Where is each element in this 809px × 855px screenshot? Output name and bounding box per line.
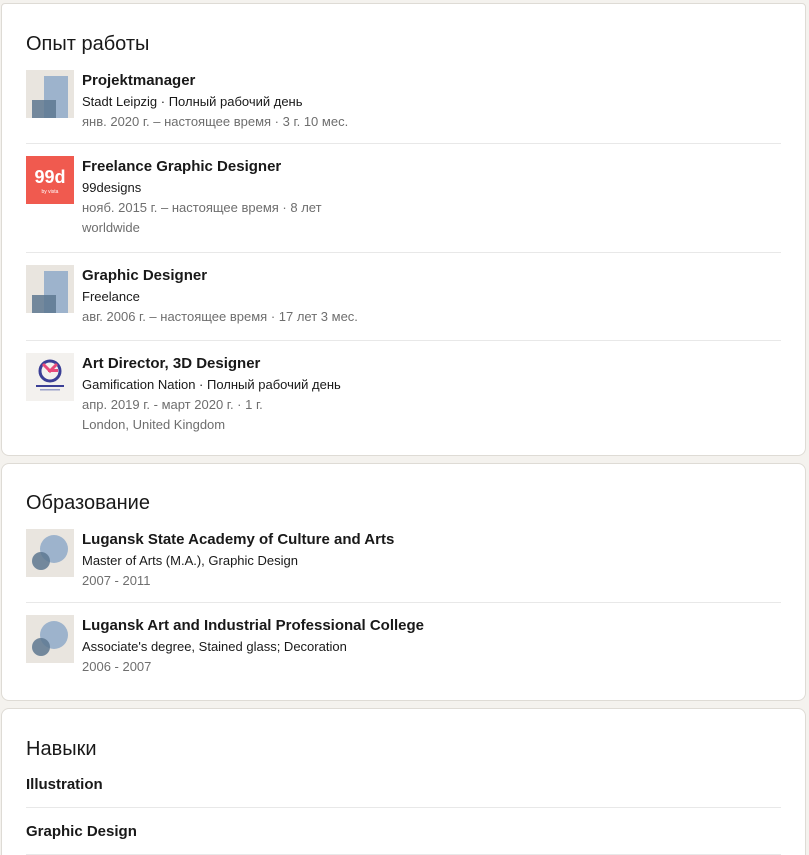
svg-text:by vista: by vista	[42, 189, 59, 195]
experience-title[interactable]: Art Director, 3D Designer	[82, 353, 341, 375]
experience-company: Freelance	[82, 289, 140, 304]
experience-item[interactable]: Graphic Designer Freelance авг. 2006 г. …	[26, 253, 781, 341]
experience-item[interactable]: 99d by vista Freelance Graphic Designer …	[26, 144, 781, 253]
experience-title[interactable]: Projektmanager	[82, 70, 348, 92]
education-heading: Образование	[26, 492, 150, 514]
school-placeholder-icon[interactable]	[26, 529, 74, 577]
education-dates: 2007 - 2011	[82, 573, 151, 588]
experience-dates: апр. 2019 г. - март 2020 г. · 1 г.	[82, 397, 263, 412]
svg-text:99d: 99d	[34, 167, 65, 187]
degree: Master of Arts (M.A.), Graphic Design	[82, 553, 299, 568]
skills-heading: Навыки	[26, 738, 97, 760]
experience-dates: нояб. 2015 г. – настоящее время · 8 лет	[82, 200, 322, 215]
experience-heading: Опыт работы	[26, 33, 150, 55]
education-section: Образование Lugansk State Academy of Cul…	[1, 463, 806, 701]
school-name[interactable]: Lugansk State Academy of Culture and Art…	[82, 529, 394, 551]
experience-company: Gamification Nation · Полный рабочий ден…	[82, 377, 341, 392]
experience-company: Stadt Leipzig · Полный рабочий день	[82, 94, 303, 109]
degree: Associate's degree, Stained glass; Decor…	[82, 639, 347, 654]
experience-dates: авг. 2006 г. – настоящее время · 17 лет …	[82, 309, 358, 324]
skills-section: Навыки Illustration Graphic Design	[1, 708, 806, 855]
skill-item[interactable]: Graphic Design	[26, 808, 781, 855]
experience-dates: янв. 2020 г. – настоящее время · 3 г. 10…	[82, 114, 349, 129]
company-placeholder-icon[interactable]	[26, 70, 74, 118]
skill-item[interactable]: Illustration	[26, 774, 781, 808]
99designs-logo[interactable]: 99d by vista	[26, 156, 74, 204]
experience-item[interactable]: Art Director, 3D Designer Gamification N…	[26, 341, 781, 441]
education-item[interactable]: Lugansk State Academy of Culture and Art…	[26, 528, 781, 603]
company-placeholder-icon[interactable]	[26, 265, 74, 313]
school-placeholder-icon[interactable]	[26, 615, 74, 663]
experience-location: worldwide	[82, 220, 140, 235]
experience-location: London, United Kingdom	[82, 417, 226, 432]
experience-item[interactable]: Projektmanager Stadt Leipzig · Полный ра…	[26, 69, 781, 144]
experience-list: Projektmanager Stadt Leipzig · Полный ра…	[26, 69, 781, 441]
gamification-nation-logo[interactable]	[26, 353, 74, 401]
education-item[interactable]: Lugansk Art and Industrial Professional …	[26, 603, 781, 691]
experience-title[interactable]: Graphic Designer	[82, 265, 358, 287]
experience-company: 99designs	[82, 180, 142, 195]
experience-section: Опыт работы Projektmanager Stadt Leipzig…	[1, 3, 806, 456]
education-list: Lugansk State Academy of Culture and Art…	[26, 528, 781, 691]
education-dates: 2006 - 2007	[82, 659, 152, 674]
school-name[interactable]: Lugansk Art and Industrial Professional …	[82, 615, 424, 637]
experience-title[interactable]: Freelance Graphic Designer	[82, 156, 322, 178]
